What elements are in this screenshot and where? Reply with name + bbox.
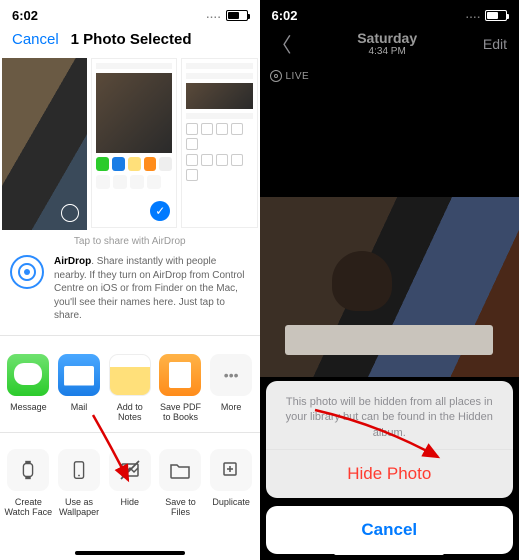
signal-icon: .... (466, 10, 481, 21)
share-notes[interactable]: Add to Notes (105, 354, 154, 422)
airdrop-section[interactable]: AirDrop. Share instantly with people nea… (0, 249, 260, 336)
action-duplicate[interactable]: Duplicate (207, 449, 256, 517)
selection-ring-icon (61, 204, 79, 222)
photo-view[interactable] (260, 197, 519, 377)
share-label: Save PDF to Books (156, 402, 205, 422)
watch-face-icon (7, 449, 49, 491)
action-label: Use as Wallpaper (55, 497, 104, 517)
signal-icon: .... (206, 10, 221, 21)
live-icon (270, 70, 282, 82)
share-books[interactable]: Save PDF to Books (156, 354, 205, 422)
sheet-card: This photo will be hidden from all place… (266, 381, 514, 498)
live-label: LIVE (286, 71, 310, 82)
airdrop-bold: AirDrop (54, 256, 91, 267)
share-mail[interactable]: Mail (55, 354, 104, 422)
screenshot-pair: 6:02 .... Cancel 1 Photo Selected (0, 0, 519, 560)
action-label: Hide (105, 497, 154, 507)
photo-date: Saturday 4:34 PM (357, 30, 417, 58)
books-icon (159, 354, 201, 396)
status-time: 6:02 (12, 8, 38, 23)
action-label: Duplicate (207, 497, 256, 507)
home-indicator[interactable] (75, 551, 185, 555)
battery-icon (485, 10, 507, 21)
cancel-button[interactable]: Cancel (12, 31, 59, 48)
home-indicator[interactable] (334, 551, 444, 555)
airdrop-icon (10, 255, 44, 289)
thumbnail-screenshot-1[interactable]: ✓ (91, 58, 177, 228)
share-more[interactable]: More (207, 354, 256, 422)
action-label: Create Watch Face (4, 497, 53, 517)
edit-button[interactable]: Edit (483, 36, 507, 52)
notes-icon (109, 354, 151, 396)
sheet-message: This photo will be hidden from all place… (266, 381, 514, 449)
share-app-row: Message Mail Add to Notes Save PDF to Bo… (0, 336, 260, 433)
action-row: Create Watch Face Use as Wallpaper Hide … (0, 433, 260, 525)
duplicate-icon (210, 449, 252, 491)
battery-icon (226, 10, 248, 21)
mail-icon (58, 354, 100, 396)
sheet-cancel-button[interactable]: Cancel (266, 506, 514, 554)
status-time: 6:02 (272, 8, 298, 23)
photo-nav-bar: 〈 Saturday 4:34 PM Edit (260, 25, 519, 66)
messages-icon (7, 354, 49, 396)
share-label: Message (4, 402, 53, 412)
thumbnail-screenshot-2[interactable] (181, 58, 257, 228)
status-bar: 6:02 .... (260, 0, 519, 25)
action-sheet: This photo will be hidden from all place… (266, 381, 514, 554)
action-label: Save to Files (156, 497, 205, 517)
status-bar: 6:02 .... (0, 0, 260, 25)
share-messages[interactable]: Message (4, 354, 53, 422)
hide-icon (109, 449, 151, 491)
airdrop-hint: Tap to share with AirDrop (0, 230, 260, 249)
photo-thumbnails: ✓ (0, 58, 260, 230)
share-label: Mail (55, 402, 104, 412)
photo-day: Saturday (357, 30, 417, 46)
back-button[interactable]: 〈 (272, 29, 292, 58)
phone-left-share-sheet: 6:02 .... Cancel 1 Photo Selected (0, 0, 260, 560)
hide-photo-button[interactable]: Hide Photo (266, 449, 514, 498)
live-badge: LIVE (260, 66, 320, 86)
folder-icon (159, 449, 201, 491)
status-icons: .... (206, 10, 247, 21)
photo-time: 4:34 PM (357, 46, 417, 58)
wallpaper-icon (58, 449, 100, 491)
page-title: 1 Photo Selected (71, 31, 192, 48)
action-hide[interactable]: Hide (105, 449, 154, 517)
action-save-files[interactable]: Save to Files (156, 449, 205, 517)
thumbnail-photo[interactable] (2, 58, 87, 230)
selected-check-icon: ✓ (150, 201, 170, 221)
action-watch-face[interactable]: Create Watch Face (4, 449, 53, 517)
share-label: Add to Notes (105, 402, 154, 422)
share-label: More (207, 402, 256, 412)
nav-bar: Cancel 1 Photo Selected (0, 25, 260, 58)
action-wallpaper[interactable]: Use as Wallpaper (55, 449, 104, 517)
airdrop-text: AirDrop. Share instantly with people nea… (54, 255, 250, 323)
status-icons: .... (466, 10, 507, 21)
phone-right-hide-confirm: 6:02 .... 〈 Saturday 4:34 PM Edit LIVE T… (260, 0, 519, 560)
more-icon (210, 354, 252, 396)
